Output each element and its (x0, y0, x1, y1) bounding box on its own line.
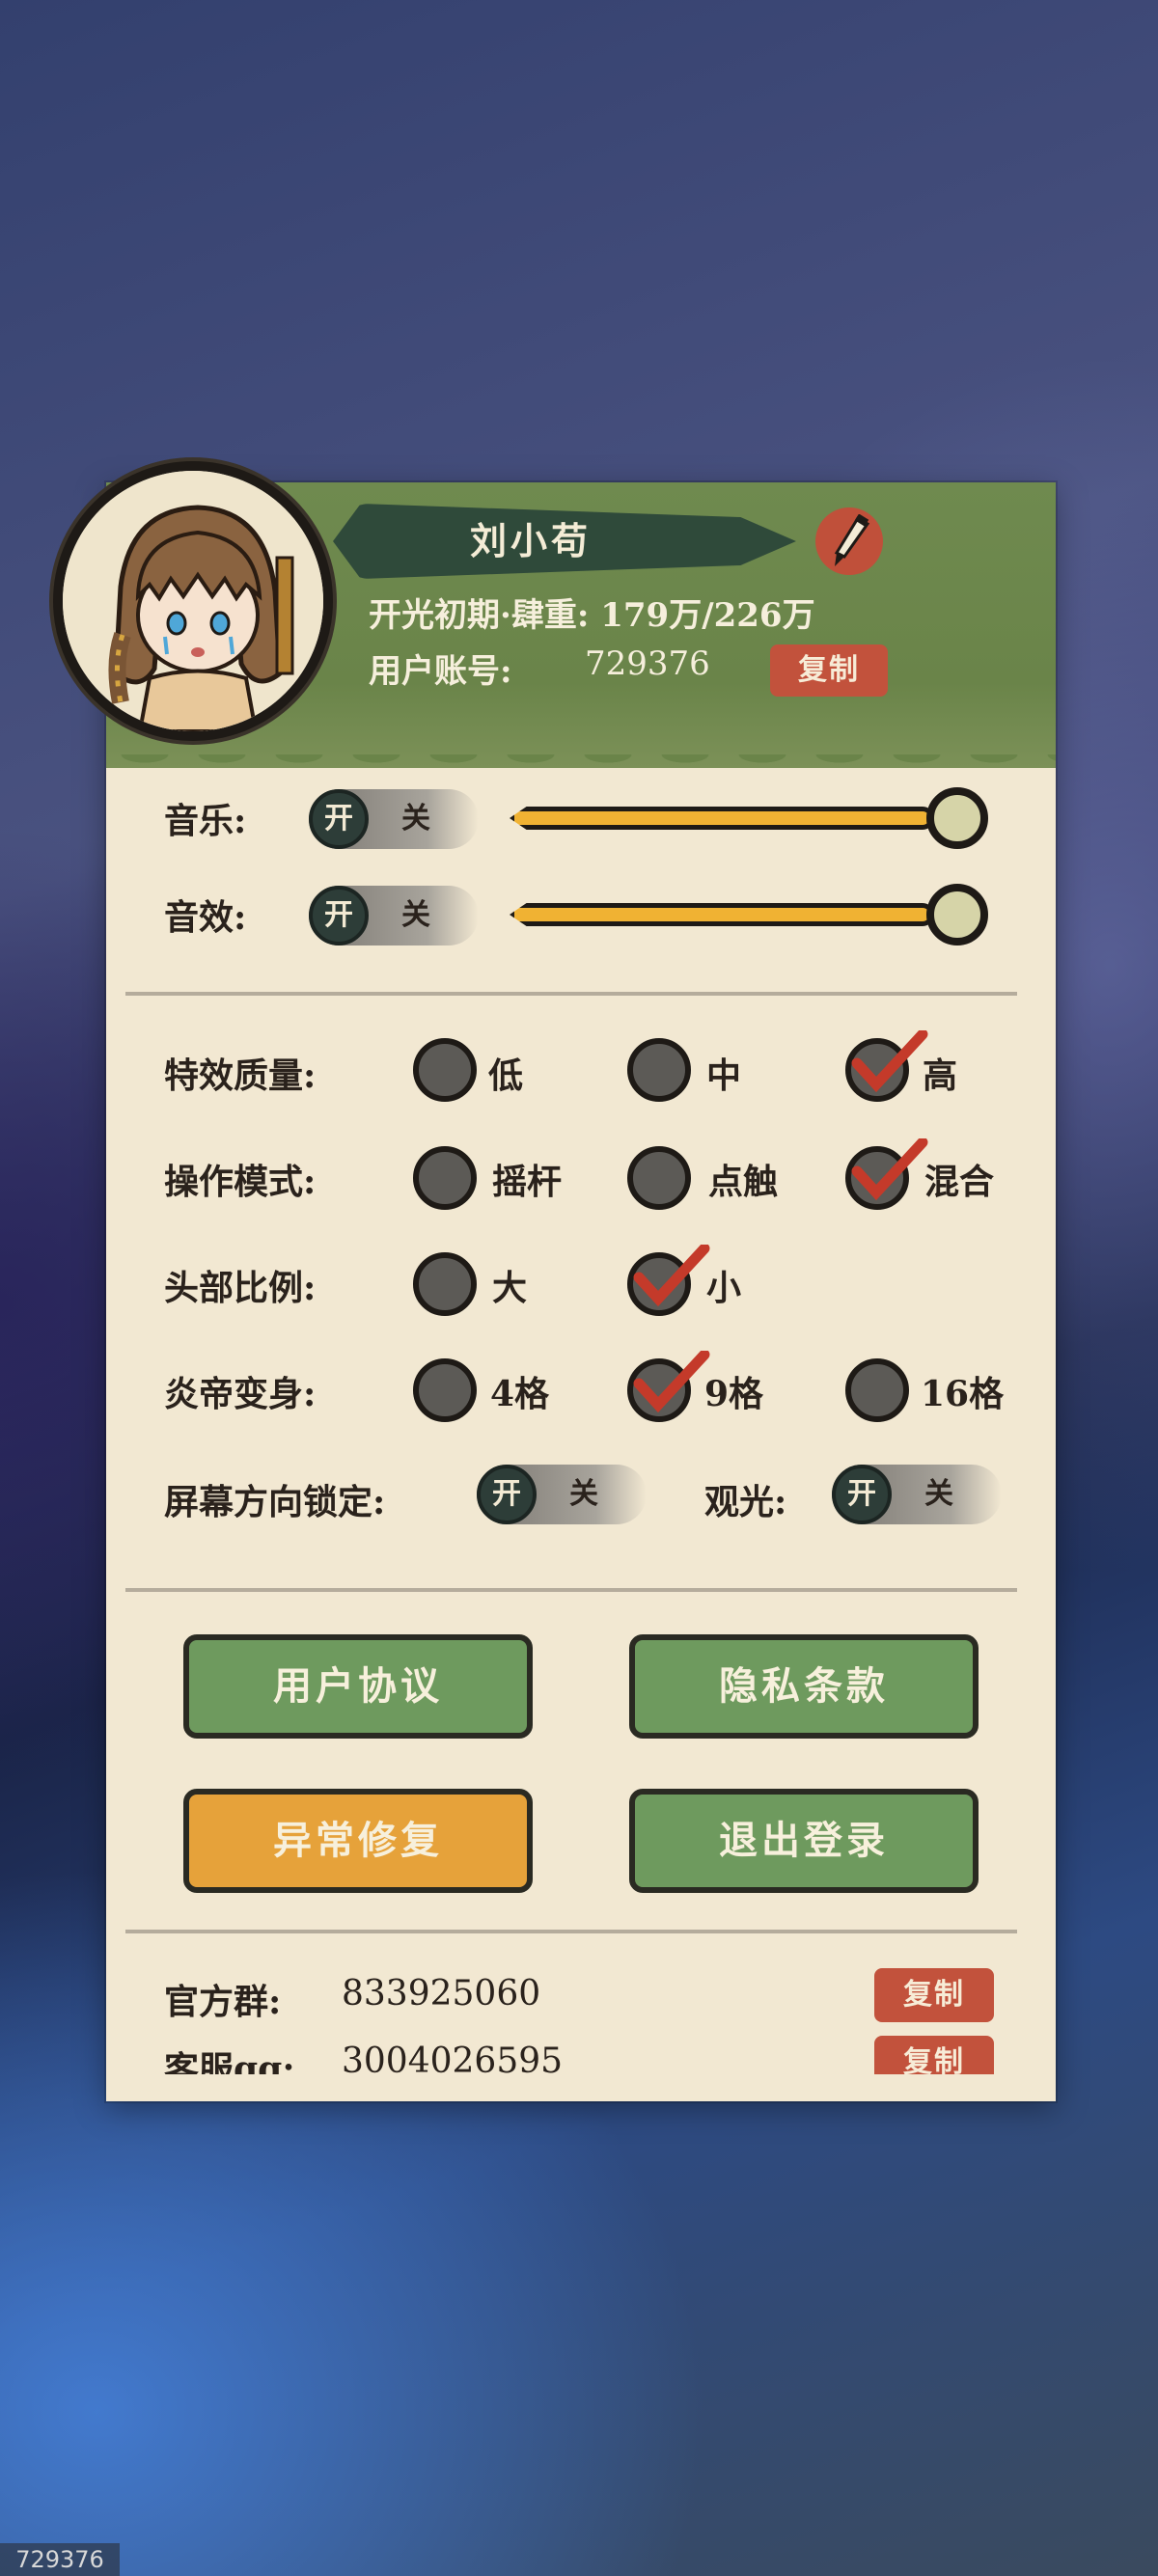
sfx-off-label: 关 (401, 898, 430, 932)
account-label: 用户账号: (369, 652, 512, 691)
transform-4-radio[interactable] (413, 1358, 477, 1422)
transform-16-radio[interactable] (845, 1358, 909, 1422)
music-on-knob: 开 (309, 789, 369, 849)
sightseeing-label: 观光: (704, 1482, 787, 1522)
copy-account-button[interactable]: 复制 (770, 644, 888, 697)
checkmark-icon (633, 1245, 710, 1307)
control-mode-label: 操作模式: (164, 1162, 317, 1202)
group-number: 833925060 (342, 1974, 541, 2014)
orientation-lock-toggle[interactable]: 开 关 (477, 1465, 647, 1524)
divider (125, 1588, 1017, 1592)
transform-16-label: 16格 (921, 1374, 1005, 1414)
music-label: 音乐: (164, 801, 247, 841)
divider (125, 1930, 1017, 1933)
checkmark-icon (851, 1030, 928, 1093)
logout-button[interactable]: 退出登录 (629, 1789, 979, 1893)
effect-quality-mid-radio[interactable] (627, 1038, 691, 1102)
sfx-toggle[interactable]: 开 关 (309, 886, 479, 945)
divider (125, 992, 1017, 996)
edit-name-button[interactable] (815, 507, 883, 575)
player-name: 刘小苟 (469, 519, 592, 562)
checkmark-icon (851, 1138, 928, 1201)
realm-progress: 开光初期·肆重: 179万/226万 (369, 596, 815, 635)
music-toggle[interactable]: 开 关 (309, 789, 479, 849)
transform-label: 炎帝变身: (164, 1374, 317, 1414)
orientation-lock-label: 屏幕方向锁定: (164, 1482, 386, 1522)
transform-4-label: 4格 (490, 1374, 550, 1414)
sightseeing-off-label: 关 (924, 1477, 953, 1511)
music-volume-track (510, 807, 934, 830)
effect-quality-low-label: 低 (488, 1055, 524, 1096)
copy-group-button[interactable]: 复制 (874, 1968, 994, 2022)
brush-icon (834, 514, 870, 566)
sfx-volume-thumb[interactable] (926, 884, 988, 945)
transform-9-label: 9格 (704, 1374, 764, 1414)
effect-quality-high-label: 高 (923, 1055, 958, 1096)
repair-button[interactable]: 异常修复 (183, 1789, 533, 1893)
transform-9-radio[interactable] (627, 1351, 710, 1422)
sfx-volume-track (510, 903, 934, 926)
orientation-lock-off-label: 关 (569, 1477, 598, 1511)
head-ratio-label: 头部比例: (164, 1268, 317, 1308)
control-mode-joystick-radio[interactable] (413, 1146, 477, 1210)
control-mode-tap-radio[interactable] (627, 1146, 691, 1210)
sightseeing-on-knob: 开 (832, 1465, 892, 1524)
avatar-portrait (63, 471, 323, 731)
checkmark-icon (633, 1351, 710, 1413)
effect-quality-label: 特效质量: (164, 1055, 317, 1096)
sightseeing-toggle[interactable]: 开 关 (832, 1465, 1002, 1524)
effect-quality-low-radio[interactable] (413, 1038, 477, 1102)
effect-quality-high-radio[interactable] (845, 1030, 928, 1102)
head-ratio-large-radio[interactable] (413, 1252, 477, 1316)
head-ratio-large-label: 大 (492, 1268, 528, 1308)
control-mode-mixed-label: 混合 (924, 1162, 995, 1202)
head-ratio-small-label: 小 (706, 1268, 742, 1308)
avatar[interactable] (53, 461, 333, 741)
control-mode-tap-label: 点触 (708, 1162, 779, 1202)
privacy-button[interactable]: 隐私条款 (629, 1634, 979, 1739)
scroll-clip (106, 2074, 1056, 2101)
sfx-on-knob: 开 (309, 886, 369, 945)
orientation-lock-on-knob: 开 (477, 1465, 537, 1524)
sfx-label: 音效: (164, 897, 247, 938)
music-volume-thumb[interactable] (926, 787, 988, 849)
control-mode-joystick-label: 摇杆 (492, 1162, 563, 1202)
music-off-label: 关 (401, 802, 430, 836)
account-value: 729376 (585, 644, 710, 683)
effect-quality-mid-label: 中 (706, 1055, 742, 1096)
group-label: 官方群: (164, 1982, 282, 2022)
music-volume-slider[interactable] (510, 787, 992, 849)
head-ratio-small-radio[interactable] (627, 1245, 710, 1316)
sfx-volume-slider[interactable] (510, 884, 992, 945)
user-agreement-button[interactable]: 用户协议 (183, 1634, 533, 1739)
watermark: 729376 (0, 2543, 120, 2576)
control-mode-mixed-radio[interactable] (845, 1138, 928, 1210)
